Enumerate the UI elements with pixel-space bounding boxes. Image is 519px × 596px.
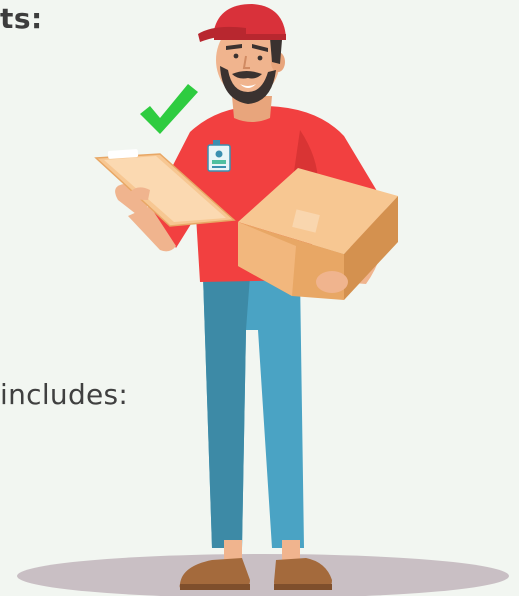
ground-shadow [17,554,509,596]
pants [203,276,304,548]
check-mark-icon [140,84,198,134]
id-badge-icon [207,140,231,172]
delivery-worker-illustration [17,4,509,596]
page-canvas: ts: includes: [0,0,519,596]
cap-icon [198,4,286,42]
